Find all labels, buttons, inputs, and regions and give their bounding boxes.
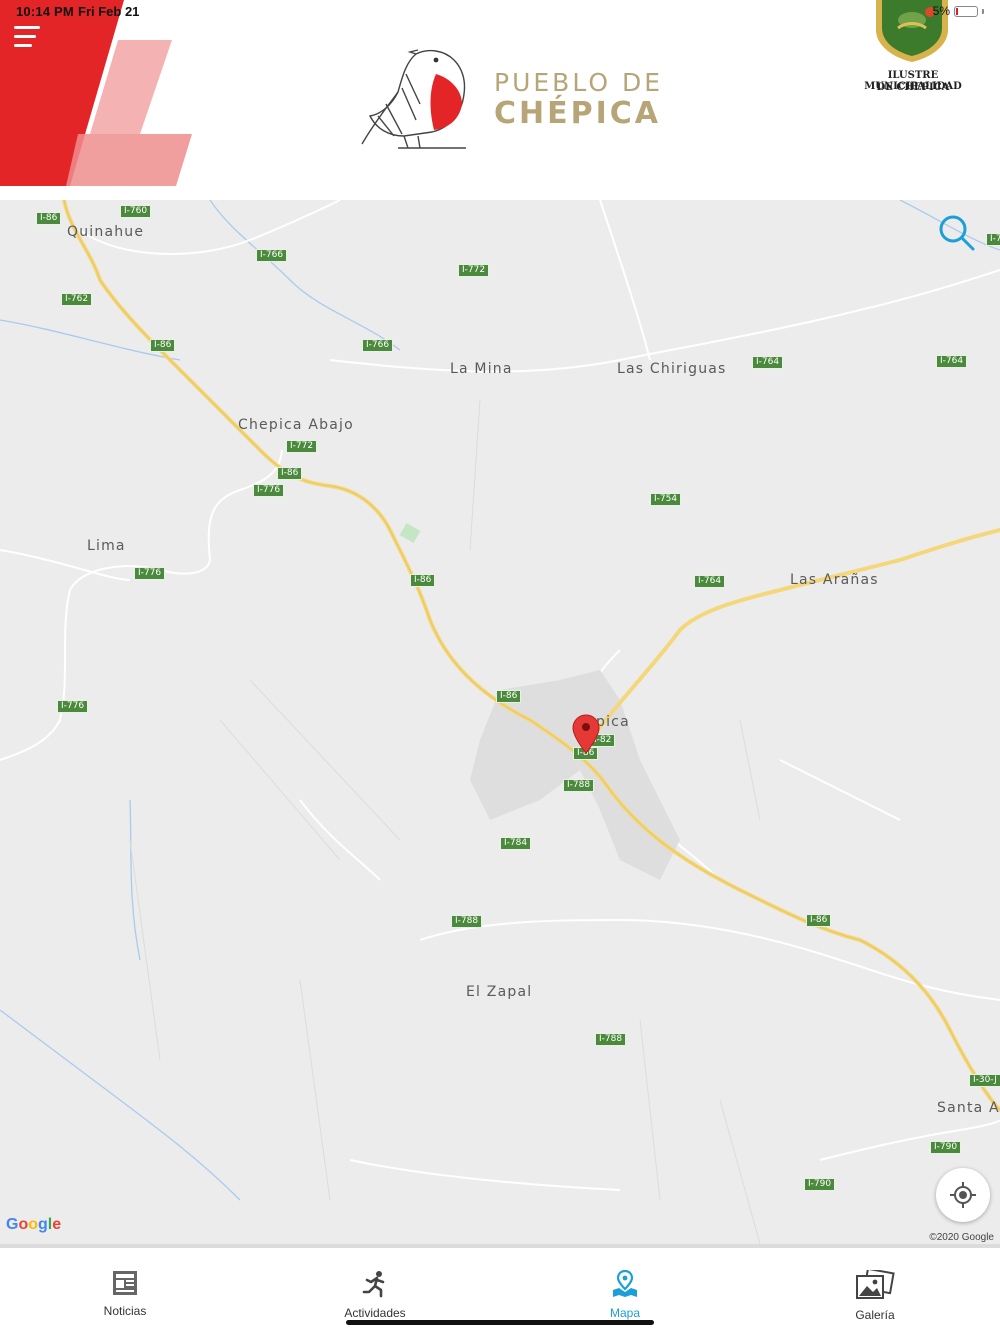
map-label-chepica: pica — [596, 714, 630, 730]
road-shield: I-764 — [936, 355, 968, 368]
road-shield: I-30-J — [969, 1074, 1000, 1087]
road-shield: I-86 — [36, 212, 62, 225]
google-logo-letter: o — [18, 1216, 29, 1233]
map-base-layer — [0, 200, 1000, 1244]
road-shield: I-86 — [277, 467, 303, 480]
crosshair-icon — [950, 1182, 976, 1208]
gallery-icon — [856, 1270, 895, 1299]
battery-icon — [954, 5, 978, 17]
map-label-quinahue: Quinahue — [67, 224, 145, 240]
road-shield: I-776 — [134, 567, 166, 580]
menu-button[interactable] — [14, 26, 44, 52]
road-shield: I-764 — [694, 575, 726, 588]
map-label-chepica-abajo: Chepica Abajo — [238, 417, 354, 433]
road-shield: I-754 — [650, 493, 682, 506]
municipality-name-line2: DE CHEPICA — [876, 82, 950, 93]
status-date: Fri Feb 21 — [78, 4, 140, 19]
menu-line-icon — [14, 44, 32, 47]
road-shield: I-762 — [61, 293, 93, 306]
map-label-las-chiriguas: Las Chiriguas — [617, 361, 727, 377]
google-logo-letter: o — [28, 1216, 39, 1233]
road-shield: I-766 — [256, 249, 288, 262]
app-root: 10:14 PM Fri Feb 21 PUEBLO DE CHÉPICA 5%… — [0, 0, 1000, 1334]
road-shield: I-790 — [804, 1178, 836, 1191]
tab-galeria[interactable]: Galería — [805, 1270, 945, 1322]
map-label-santa-ad: Santa Ad — [937, 1100, 1000, 1116]
map-label-lima: Lima — [87, 538, 126, 554]
app-header: 10:14 PM Fri Feb 21 PUEBLO DE CHÉPICA 5%… — [0, 0, 1000, 200]
google-logo-letter: G — [6, 1216, 19, 1233]
bird-logo-icon — [361, 49, 466, 149]
tab-label: Actividades — [344, 1306, 406, 1320]
menu-line-icon — [14, 26, 40, 29]
map-copyright: ©2020 Google — [929, 1232, 994, 1243]
map-label-la-mina: La Mina — [450, 361, 513, 377]
map-label-el-zapal: El Zapal — [466, 984, 533, 1000]
road-shield: I-7 — [986, 233, 1000, 246]
road-shield: I-772 — [458, 264, 490, 277]
google-logo: Google — [6, 1216, 61, 1234]
brand-title-line1: PUEBLO DE — [494, 68, 664, 97]
home-indicator[interactable] — [346, 1320, 654, 1325]
search-icon[interactable] — [936, 212, 976, 252]
road-shield: I-760 — [120, 205, 152, 218]
road-shield: I-86 — [410, 574, 436, 587]
battery-percent: 5% — [932, 4, 950, 18]
running-person-icon — [362, 1271, 385, 1298]
road-shield: I-788 — [563, 779, 595, 792]
newspaper-icon — [113, 1271, 137, 1295]
map-pin-icon — [613, 1270, 637, 1297]
battery-nub-icon — [982, 8, 984, 14]
tab-actividades[interactable]: Actividades — [305, 1270, 445, 1320]
road-shield: I-766 — [362, 339, 394, 352]
tab-mapa[interactable]: Mapa — [555, 1270, 695, 1320]
status-time: 10:14 PM — [16, 4, 74, 19]
tab-label: Galería — [855, 1308, 895, 1322]
road-shield: I-788 — [595, 1033, 627, 1046]
road-shield: I-788 — [451, 915, 483, 928]
road-shield: I-86 — [806, 914, 832, 927]
brand-title-line2: CHÉPICA — [494, 96, 662, 131]
map-pin-marker-icon[interactable] — [572, 714, 600, 754]
tab-noticias[interactable]: Noticias — [55, 1270, 195, 1318]
road-shield: I-86 — [150, 339, 176, 352]
map-view[interactable]: Quinahue La Mina Las Chiriguas Chepica A… — [0, 200, 1000, 1244]
road-shield: I-776 — [57, 700, 89, 713]
google-logo-letter: e — [52, 1216, 62, 1233]
road-shield: I-790 — [930, 1141, 962, 1154]
map-label-las-aranas: Las Arañas — [790, 572, 879, 588]
road-shield: I-784 — [500, 837, 532, 850]
road-shield: I-764 — [752, 356, 784, 369]
google-logo-letter: g — [38, 1216, 48, 1233]
tab-label: Noticias — [103, 1304, 147, 1318]
road-shield: I-772 — [286, 440, 318, 453]
road-shield: I-776 — [253, 484, 285, 497]
my-location-button[interactable] — [936, 1168, 990, 1222]
tab-label: Mapa — [609, 1306, 641, 1320]
road-shield: I-86 — [496, 690, 522, 703]
menu-line-icon — [14, 35, 36, 38]
status-indicators: 5% — [933, 4, 984, 18]
